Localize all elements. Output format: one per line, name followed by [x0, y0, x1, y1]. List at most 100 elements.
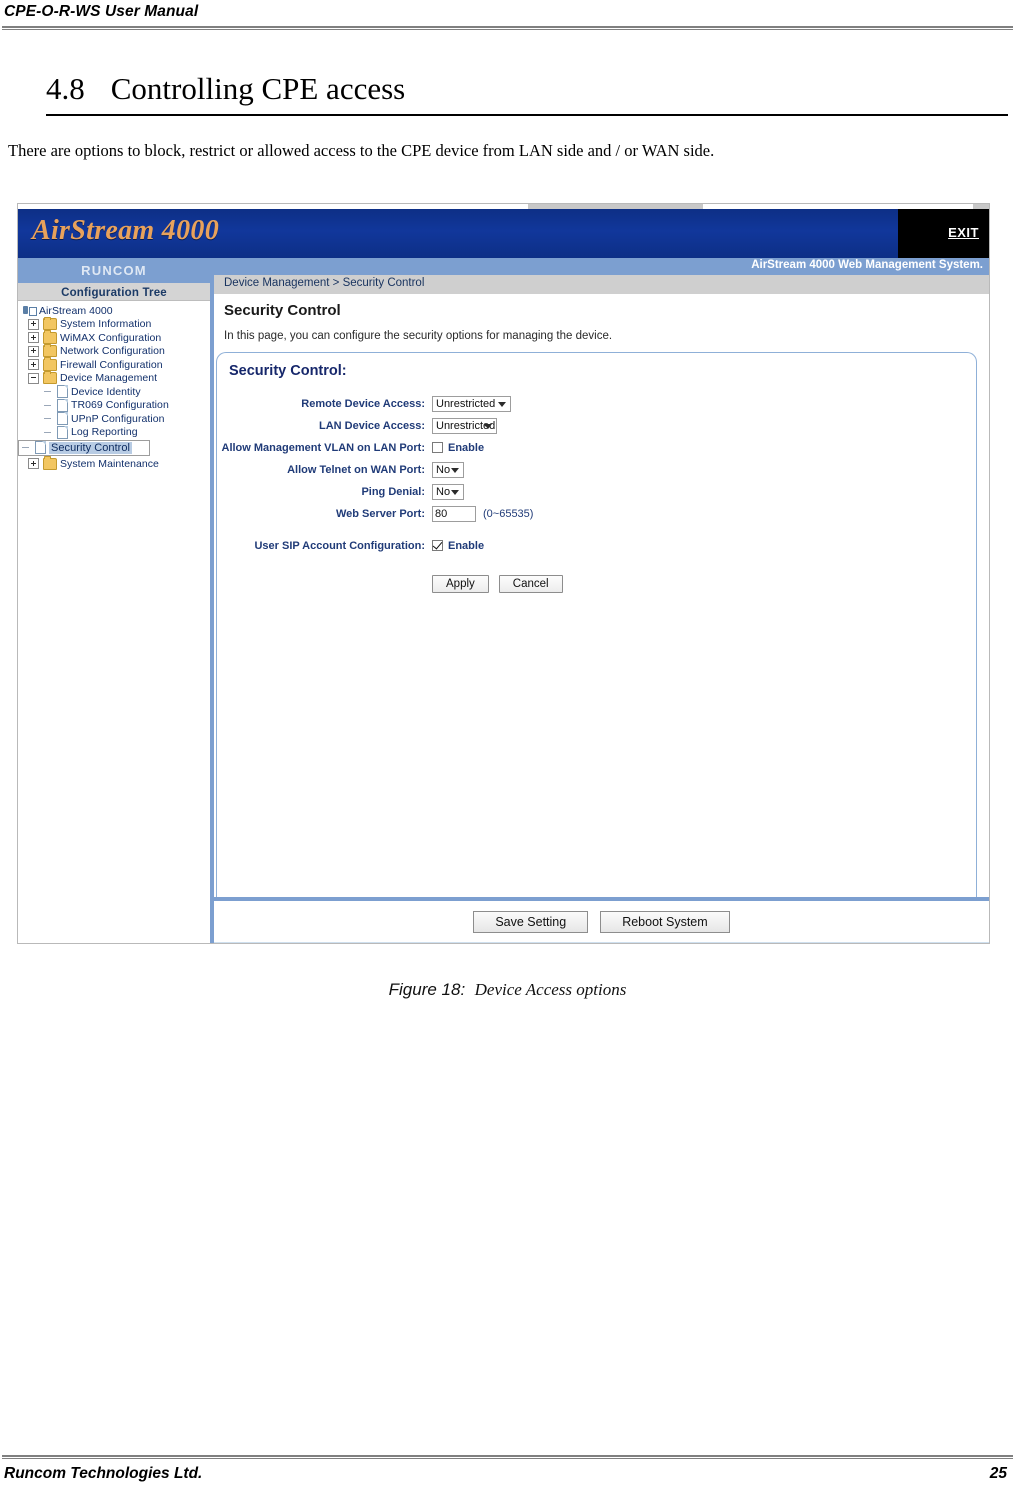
expand-icon[interactable]	[28, 359, 39, 371]
field-label: User SIP Account Configuration:	[254, 539, 425, 552]
chevron-down-icon	[451, 468, 459, 473]
breadcrumb-bar: Device Management > Security Control	[214, 275, 989, 294]
tree-item-system-maintenance[interactable]: System Maintenance	[18, 456, 210, 471]
web-server-port-input[interactable]	[432, 505, 476, 522]
chevron-down-icon	[484, 424, 492, 429]
tree-item-label: System Maintenance	[60, 457, 159, 470]
allow-telnet-on-wan-port-select[interactable]: No	[432, 461, 464, 478]
page-description: In this page, you can configure the secu…	[224, 330, 613, 342]
checkbox-label: Enable	[448, 539, 485, 552]
embedded-screenshot: AirStream 4000 EXIT AirStream 4000 Web M…	[17, 203, 990, 944]
expand-icon[interactable]	[28, 345, 39, 357]
tree-item-log-reporting[interactable]: Log Reporting	[18, 425, 210, 440]
page-icon	[35, 441, 46, 454]
cancel-button[interactable]: Cancel	[498, 575, 563, 593]
tree-item-system-information[interactable]: System Information	[18, 316, 210, 332]
field-label: Allow Telnet on WAN Port:	[287, 463, 425, 476]
chevron-down-icon	[498, 402, 506, 407]
exit-link[interactable]: EXIT	[948, 225, 979, 240]
save-setting-button[interactable]: Save Setting	[473, 910, 589, 933]
tree-item-label: Log Reporting	[71, 426, 138, 439]
remote-device-access-select[interactable]: Unrestricted	[432, 395, 511, 412]
expand-icon[interactable]	[28, 458, 39, 470]
form-row: Allow Telnet on WAN Port: No	[217, 459, 976, 480]
body-paragraph: There are options to block, restrict or …	[8, 141, 715, 160]
folder-icon	[43, 343, 57, 358]
tree-item-device-management[interactable]: Device Management	[18, 370, 210, 386]
tree-item-firewall-configuration[interactable]: Firewall Configuration	[18, 357, 210, 372]
tree-item-airstream-4000[interactable]: AirStream 4000	[18, 304, 210, 318]
folder-icon	[43, 456, 57, 470]
section-underline	[46, 114, 1008, 116]
tree-item-wimax-configuration[interactable]: WiMAX Configuration	[18, 330, 210, 345]
form-row: Ping Denial: No	[217, 481, 976, 502]
field-label: Allow Management VLAN on LAN Port:	[221, 441, 426, 454]
app-logo: AirStream 4000	[32, 215, 220, 246]
root-icon	[23, 305, 37, 317]
tree-item-network-configuration[interactable]: Network Configuration	[18, 343, 210, 359]
folder-icon	[43, 370, 57, 385]
security-control-form: Remote Device Access: Unrestricted LAN Dev…	[217, 393, 976, 593]
lan-device-access-select[interactable]: Unrestricted	[432, 417, 497, 434]
collapse-icon[interactable]	[28, 372, 39, 384]
form-button-row: Apply Cancel	[217, 575, 976, 593]
ping-denial-select[interactable]: No	[432, 483, 464, 500]
field-control: Enable	[432, 540, 484, 552]
app-banner: AirStream 4000 EXIT	[18, 209, 989, 258]
allow-management-vlan-on-lan-port-checkbox[interactable]	[432, 442, 443, 453]
figure-caption-text: Device Access options	[474, 980, 627, 999]
tree-item-label: Device Management	[60, 372, 158, 385]
tree-item-label: UPnP Configuration	[71, 412, 165, 425]
field-label: Remote Device Access:	[301, 397, 425, 410]
form-row: LAN Device Access: Unrestricted	[217, 415, 976, 436]
field-hint: (0~65535)	[483, 507, 534, 520]
tree-item-label: Device Identity	[71, 385, 141, 398]
configuration-tree: AirStream 4000 System Information WiMAX Co…	[18, 302, 210, 471]
footer-page-number: 25	[989, 1465, 1007, 1482]
tree-connector-icon	[44, 387, 53, 396]
select-value: Unrestricted	[436, 397, 496, 410]
tree-item-device-identity[interactable]: Device Identity	[18, 385, 210, 399]
expand-icon[interactable]	[28, 318, 39, 330]
figure-caption-label: Figure 18:	[388, 980, 466, 999]
form-row: Web Server Port: (0~65535)	[217, 503, 976, 524]
tree-item-security-control[interactable]: Security Control	[18, 439, 151, 456]
tree-item-tr069-configuration[interactable]: TR069 Configuration	[18, 398, 210, 413]
field-control: Enable	[432, 442, 484, 454]
field-control: Unrestricted	[432, 395, 511, 412]
security-control-panel: Security Control: Remote Device Access: U…	[216, 352, 977, 900]
field-control: No	[432, 483, 464, 500]
sidebar-brand-label: RUNCOM	[81, 263, 147, 278]
footer-company: Runcom Technologies Ltd.	[4, 1465, 203, 1482]
tree-item-label: Firewall Configuration	[60, 358, 163, 371]
checkbox-label: Enable	[448, 441, 485, 454]
user-sip-account-configuration-checkbox[interactable]	[432, 540, 443, 551]
tree-item-label: WiMAX Configuration	[60, 331, 162, 344]
form-row: Allow Management VLAN on LAN Port: Enable	[217, 437, 976, 458]
folder-icon	[43, 316, 57, 331]
form-row: Remote Device Access: Unrestricted	[217, 393, 976, 414]
tree-item-label: System Information	[60, 318, 152, 331]
chevron-down-icon	[451, 490, 459, 495]
field-control: No	[432, 461, 464, 478]
tree-item-label: AirStream 4000	[39, 304, 113, 317]
tree-connector-icon	[44, 401, 53, 410]
document-header: CPE-O-R-WS User Manual	[0, 0, 1015, 40]
folder-icon	[43, 357, 57, 371]
configuration-tree-title-label: Configuration Tree	[61, 287, 167, 299]
form-row: User SIP Account Configuration: Enable	[217, 535, 976, 556]
header-rule	[2, 26, 1013, 30]
page-icon	[57, 425, 68, 439]
breadcrumb: Device Management > Security Control	[224, 277, 425, 289]
reboot-system-button[interactable]: Reboot System	[600, 910, 730, 933]
expand-icon[interactable]	[28, 332, 39, 344]
tree-item-upnp-configuration[interactable]: UPnP Configuration	[18, 412, 210, 426]
content-area: Device Management > Security Control Sec…	[214, 275, 989, 943]
select-value: No	[436, 463, 451, 476]
footer-button-bar: Save Setting Reboot System	[214, 901, 989, 943]
tree-connector-icon	[22, 443, 31, 452]
section-number: 4.8	[46, 71, 85, 106]
figure-caption: Figure 18: Device Access options	[0, 980, 1015, 1000]
apply-button[interactable]: Apply	[432, 575, 489, 593]
panel-title: Security Control:	[229, 363, 347, 379]
